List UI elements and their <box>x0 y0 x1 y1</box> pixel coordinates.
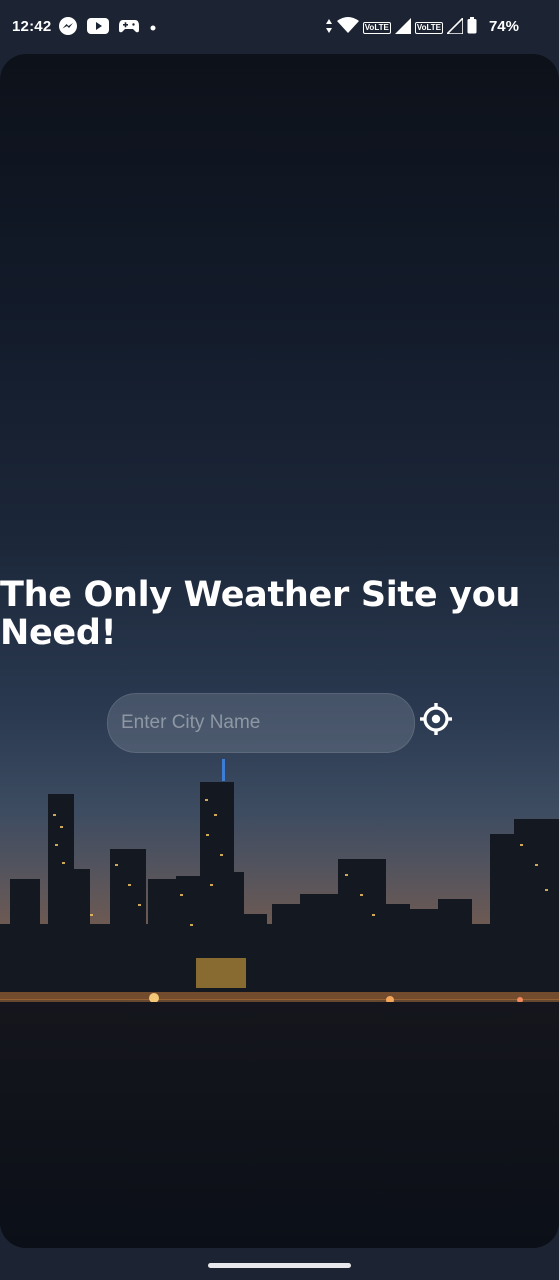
data-arrows-icon <box>325 18 333 39</box>
battery-icon <box>467 17 477 39</box>
hero-background: The Only Weather Site you Need! <box>0 54 559 1248</box>
signal-icon-2 <box>445 15 464 39</box>
system-icons: VoLTE VoLTE <box>325 15 477 40</box>
status-time: 12:42 <box>12 18 52 35</box>
notification-icons <box>58 16 157 40</box>
volte-icon: VoLTE <box>362 22 391 34</box>
city-search-input[interactable] <box>107 693 415 753</box>
page-title: The Only Weather Site you Need! <box>0 575 521 653</box>
dot-icon <box>149 19 157 37</box>
signal-icon <box>394 17 411 39</box>
home-indicator[interactable] <box>208 1263 351 1268</box>
messenger-icon <box>58 16 78 41</box>
youtube-icon <box>87 17 109 39</box>
crosshair-icon[interactable] <box>419 702 453 736</box>
navigation-bar <box>0 1248 559 1280</box>
game-controller-icon <box>118 18 140 39</box>
status-bar: 12:42 VoLTE VoLTE 74% <box>0 0 559 54</box>
volte-icon-2: VoLTE <box>414 22 443 34</box>
wifi-icon <box>336 17 359 39</box>
battery-percent: 74% <box>488 18 519 35</box>
